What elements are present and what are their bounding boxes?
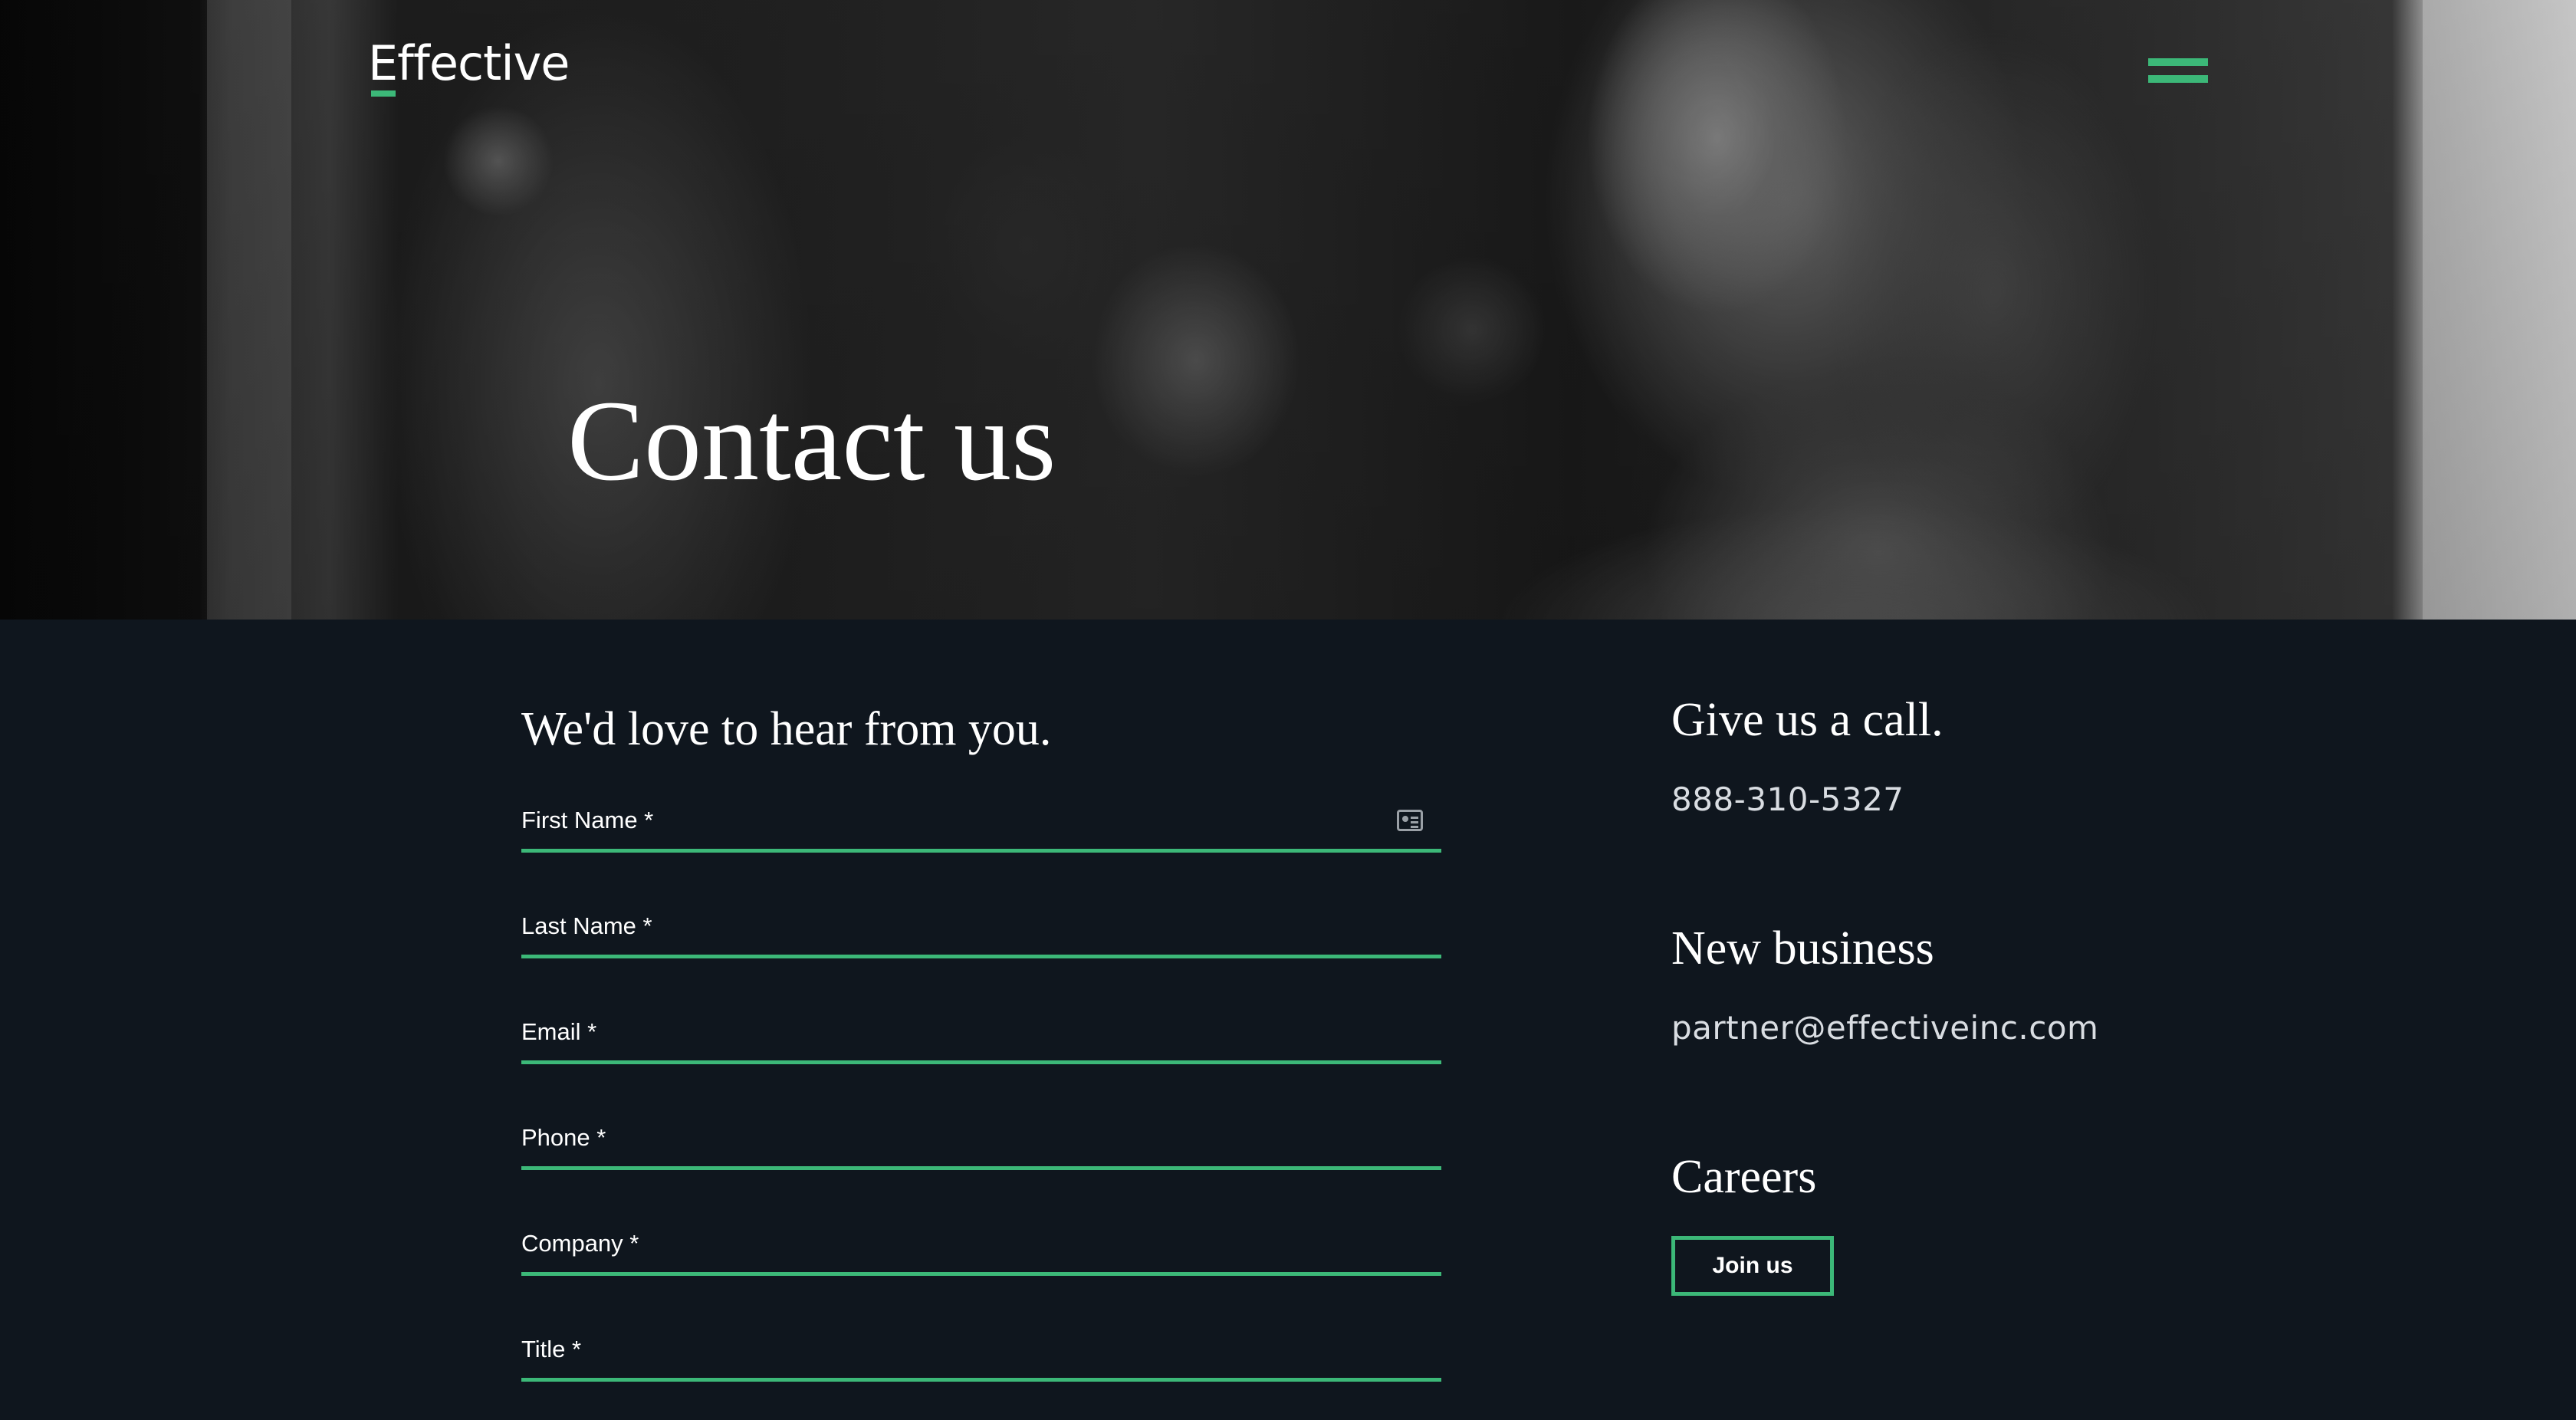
hero-banner: Effective Contact us — [0, 0, 2576, 620]
new-business-email-link[interactable]: partner@effectiveinc.com — [1671, 1009, 2098, 1047]
company-field[interactable]: Company * — [521, 1230, 1441, 1276]
phone-field[interactable]: Phone * — [521, 1124, 1441, 1170]
careers-heading: Careers — [1671, 1151, 1817, 1203]
phone-input[interactable] — [521, 1124, 1441, 1167]
field-underline — [521, 1166, 1441, 1170]
title-field[interactable]: Title * — [521, 1336, 1441, 1382]
call-heading: Give us a call. — [1671, 694, 1944, 746]
hamburger-menu-icon[interactable] — [2148, 58, 2208, 89]
company-input[interactable] — [521, 1230, 1441, 1273]
first-name-input[interactable] — [521, 807, 1441, 850]
join-us-button[interactable]: Join us — [1671, 1236, 1834, 1296]
first-name-field[interactable]: First Name * — [521, 807, 1441, 853]
field-underline — [521, 955, 1441, 958]
logo-accent-bar — [371, 90, 396, 97]
menu-line-bottom — [2148, 75, 2208, 83]
phone-number-link[interactable]: 888-310-5327 — [1671, 781, 1904, 818]
menu-line-top — [2148, 58, 2208, 66]
field-underline — [521, 1060, 1441, 1064]
title-input[interactable] — [521, 1336, 1441, 1379]
new-business-heading: New business — [1671, 922, 1934, 975]
field-underline — [521, 1272, 1441, 1276]
form-heading: We'd love to hear from you. — [521, 703, 1052, 755]
email-field[interactable]: Email * — [521, 1018, 1441, 1064]
contact-card-icon[interactable] — [1397, 810, 1423, 831]
last-name-input[interactable] — [521, 912, 1441, 955]
field-underline — [521, 849, 1441, 853]
email-input[interactable] — [521, 1018, 1441, 1061]
site-logo[interactable]: Effective — [368, 40, 570, 87]
last-name-field[interactable]: Last Name * — [521, 912, 1441, 958]
field-underline — [521, 1378, 1441, 1382]
page-title: Contact us — [567, 377, 1056, 505]
